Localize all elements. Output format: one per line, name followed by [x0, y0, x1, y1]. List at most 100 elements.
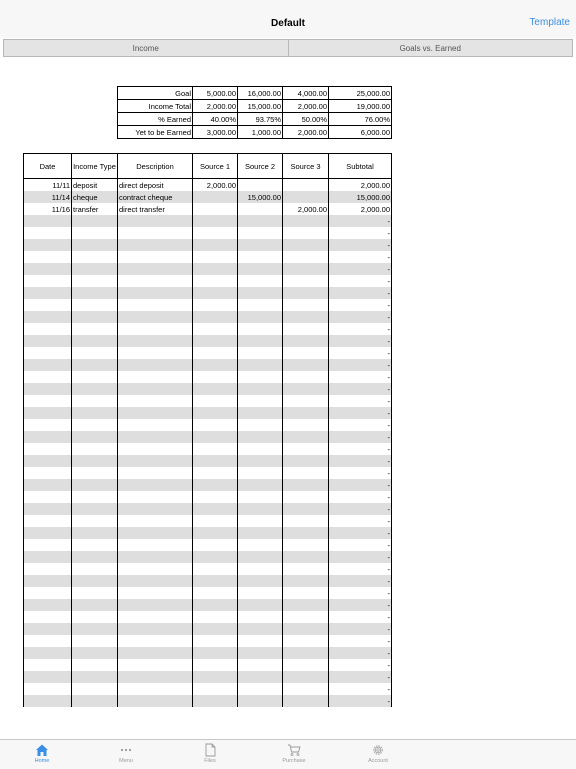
- table-cell[interactable]: [23, 563, 72, 575]
- table-cell[interactable]: [117, 383, 193, 395]
- table-cell[interactable]: -: [328, 251, 392, 263]
- summary-cell[interactable]: 1,000.00: [237, 125, 283, 139]
- table-cell[interactable]: [71, 611, 118, 623]
- table-cell[interactable]: [117, 527, 193, 539]
- table-cell[interactable]: [192, 323, 238, 335]
- table-cell[interactable]: [237, 587, 283, 599]
- table-cell[interactable]: [23, 227, 72, 239]
- tab-home[interactable]: Home: [0, 740, 84, 769]
- table-cell[interactable]: [282, 178, 329, 191]
- summary-cell[interactable]: 3,000.00: [192, 125, 238, 139]
- table-cell[interactable]: -: [328, 647, 392, 659]
- summary-row-label[interactable]: Goal: [117, 86, 193, 100]
- table-cell[interactable]: [117, 275, 193, 287]
- table-cell[interactable]: [117, 467, 193, 479]
- table-cell[interactable]: [192, 359, 238, 371]
- table-cell[interactable]: -: [328, 347, 392, 359]
- table-cell[interactable]: -: [328, 407, 392, 419]
- table-cell[interactable]: [282, 467, 329, 479]
- table-cell[interactable]: [192, 443, 238, 455]
- table-cell[interactable]: [282, 323, 329, 335]
- table-cell[interactable]: -: [328, 695, 392, 707]
- segment-goals-vs-earned[interactable]: Goals vs. Earned: [288, 39, 573, 57]
- table-cell[interactable]: [117, 539, 193, 551]
- table-cell[interactable]: [282, 251, 329, 263]
- table-cell[interactable]: -: [328, 455, 392, 467]
- table-cell[interactable]: [23, 215, 72, 227]
- table-cell[interactable]: [71, 539, 118, 551]
- table-cell[interactable]: [282, 623, 329, 635]
- table-cell[interactable]: -: [328, 359, 392, 371]
- table-cell[interactable]: [282, 227, 329, 239]
- table-cell[interactable]: -: [328, 215, 392, 227]
- table-cell[interactable]: [71, 515, 118, 527]
- summary-cell[interactable]: 40.00%: [192, 112, 238, 126]
- table-cell[interactable]: [192, 203, 238, 215]
- table-cell[interactable]: [117, 659, 193, 671]
- table-cell[interactable]: [237, 539, 283, 551]
- table-cell[interactable]: -: [328, 563, 392, 575]
- table-cell[interactable]: [192, 587, 238, 599]
- summary-cell[interactable]: 16,000.00: [237, 86, 283, 100]
- table-cell[interactable]: [192, 347, 238, 359]
- table-cell[interactable]: [192, 191, 238, 203]
- table-cell[interactable]: [237, 551, 283, 563]
- table-cell[interactable]: [71, 311, 118, 323]
- table-cell[interactable]: [71, 287, 118, 299]
- table-cell[interactable]: [117, 503, 193, 515]
- table-cell[interactable]: [117, 443, 193, 455]
- table-cell[interactable]: [237, 455, 283, 467]
- table-cell[interactable]: [282, 431, 329, 443]
- table-cell[interactable]: [282, 575, 329, 587]
- table-cell[interactable]: [282, 419, 329, 431]
- table-cell[interactable]: [117, 455, 193, 467]
- table-cell[interactable]: [71, 683, 118, 695]
- table-cell[interactable]: [192, 647, 238, 659]
- table-cell[interactable]: deposit: [71, 178, 118, 191]
- table-cell[interactable]: [117, 311, 193, 323]
- table-cell[interactable]: -: [328, 443, 392, 455]
- table-cell[interactable]: 11/11: [23, 178, 72, 191]
- table-cell[interactable]: [23, 455, 72, 467]
- table-cell[interactable]: [71, 227, 118, 239]
- table-cell[interactable]: [282, 311, 329, 323]
- table-cell[interactable]: [237, 359, 283, 371]
- summary-cell[interactable]: 2,000.00: [282, 125, 329, 139]
- table-cell[interactable]: [282, 515, 329, 527]
- table-cell[interactable]: [117, 611, 193, 623]
- table-cell[interactable]: -: [328, 275, 392, 287]
- table-cell[interactable]: [23, 263, 72, 275]
- summary-cell[interactable]: 76.00%: [328, 112, 392, 126]
- table-cell[interactable]: transfer: [71, 203, 118, 215]
- table-cell[interactable]: [71, 455, 118, 467]
- table-cell[interactable]: [117, 515, 193, 527]
- table-cell[interactable]: [237, 467, 283, 479]
- table-cell[interactable]: [23, 695, 72, 707]
- table-cell[interactable]: [192, 527, 238, 539]
- table-cell[interactable]: [23, 611, 72, 623]
- table-cell[interactable]: [237, 311, 283, 323]
- table-cell[interactable]: [282, 695, 329, 707]
- table-cell[interactable]: [192, 467, 238, 479]
- table-cell[interactable]: [23, 503, 72, 515]
- table-cell[interactable]: [192, 227, 238, 239]
- table-cell[interactable]: [192, 455, 238, 467]
- table-cell[interactable]: [282, 395, 329, 407]
- table-cell[interactable]: [237, 251, 283, 263]
- table-cell[interactable]: [282, 455, 329, 467]
- table-cell[interactable]: [237, 275, 283, 287]
- table-cell[interactable]: -: [328, 287, 392, 299]
- table-cell[interactable]: [117, 323, 193, 335]
- table-cell[interactable]: [237, 323, 283, 335]
- table-cell[interactable]: [71, 503, 118, 515]
- table-cell[interactable]: direct transfer: [117, 203, 193, 215]
- table-cell[interactable]: [192, 491, 238, 503]
- table-cell[interactable]: [117, 623, 193, 635]
- table-cell[interactable]: [23, 671, 72, 683]
- table-cell[interactable]: [23, 515, 72, 527]
- table-cell[interactable]: [237, 671, 283, 683]
- table-cell[interactable]: [282, 647, 329, 659]
- table-cell[interactable]: [237, 335, 283, 347]
- table-cell[interactable]: [71, 395, 118, 407]
- table-cell[interactable]: [117, 227, 193, 239]
